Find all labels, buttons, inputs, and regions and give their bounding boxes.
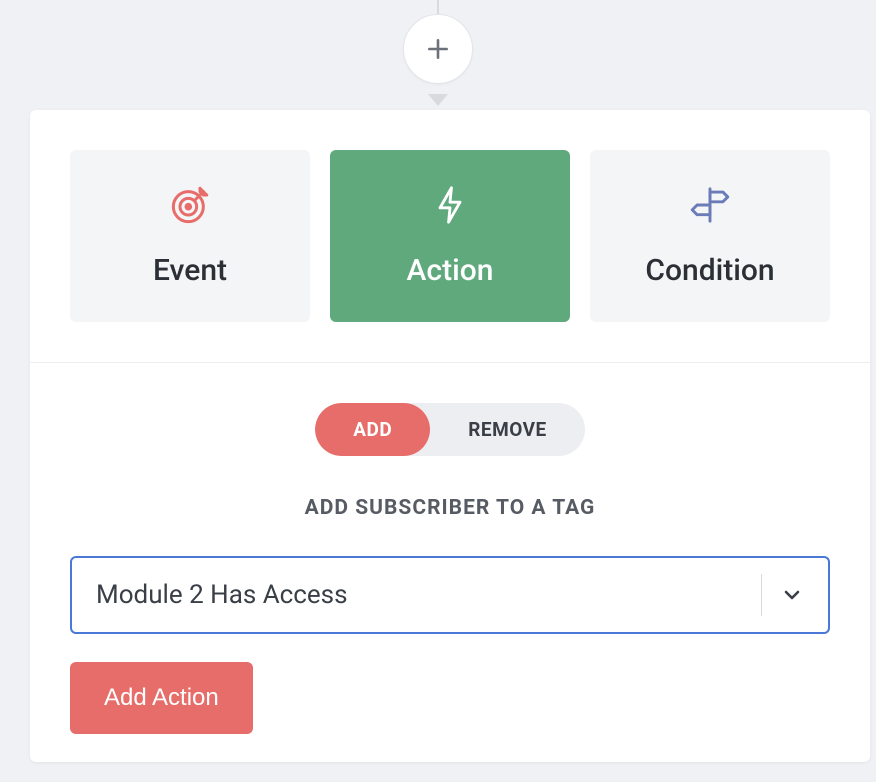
- plus-icon: [425, 36, 451, 62]
- config-heading: ADD SUBSCRIBER TO A TAG: [305, 496, 596, 520]
- tag-select-value: Module 2 Has Access: [96, 580, 751, 610]
- target-icon: [170, 185, 210, 229]
- signpost-icon: [689, 185, 731, 229]
- type-event[interactable]: Event: [70, 150, 310, 322]
- type-action[interactable]: Action: [330, 150, 570, 322]
- type-event-label: Event: [153, 253, 227, 288]
- step-config-card: Event Action Condition ADD: [30, 110, 870, 762]
- connector-arrow: [428, 94, 448, 106]
- bolt-icon: [432, 185, 468, 229]
- toggle-add[interactable]: ADD: [315, 403, 430, 456]
- toggle-remove[interactable]: REMOVE: [430, 403, 585, 456]
- add-action-button[interactable]: Add Action: [70, 662, 253, 734]
- type-condition-label: Condition: [645, 253, 774, 288]
- add-step-button[interactable]: [403, 14, 473, 84]
- action-config-panel: ADD REMOVE ADD SUBSCRIBER TO A TAG Modul…: [30, 363, 870, 762]
- type-condition[interactable]: Condition: [590, 150, 830, 322]
- type-action-label: Action: [407, 253, 494, 288]
- step-type-selector: Event Action Condition: [30, 110, 870, 363]
- chevron-down-icon: [780, 583, 804, 607]
- select-divider: [761, 574, 762, 616]
- add-remove-toggle: ADD REMOVE: [315, 403, 584, 456]
- tag-select[interactable]: Module 2 Has Access: [70, 556, 830, 634]
